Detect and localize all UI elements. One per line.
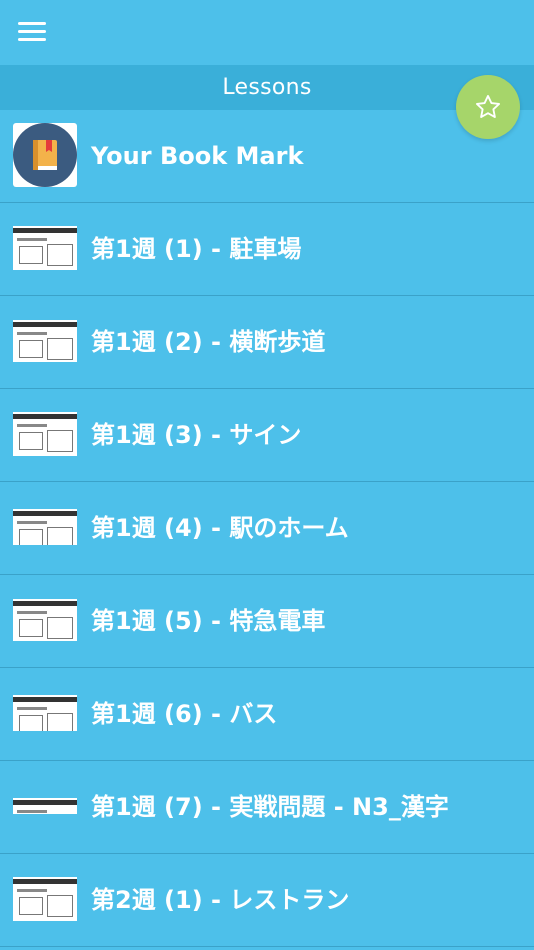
list-item-label: 第1週 (2) - 横断歩道 <box>91 328 326 356</box>
lesson-thumbnail <box>13 681 77 745</box>
list-item[interactable]: 第1週 (5) - 特急電車 <box>0 575 534 668</box>
list-item[interactable]: 第1週 (6) - バス <box>0 668 534 761</box>
hamburger-menu-icon[interactable] <box>18 22 46 44</box>
bookmark-star-button[interactable] <box>456 75 520 139</box>
list-item[interactable]: 第1週 (1) - 駐車場 <box>0 203 534 296</box>
book-icon <box>33 140 57 170</box>
list-item[interactable]: 第1週 (3) - サイン <box>0 389 534 482</box>
list-item-label: 第2週 (1) - レストラン <box>91 886 350 914</box>
lesson-thumbnail <box>13 216 77 280</box>
list-item[interactable]: 第1週 (4) - 駅のホーム <box>0 482 534 575</box>
list-item-label: 第1週 (5) - 特急電車 <box>91 607 326 635</box>
lesson-thumbnail <box>13 309 77 373</box>
list-item-label: 第1週 (3) - サイン <box>91 421 302 449</box>
top-bar <box>0 0 534 65</box>
lesson-thumbnail <box>13 402 77 466</box>
list-item[interactable]: 第1週 (7) - 実戦問題 - N3_漢字 <box>0 761 534 854</box>
lesson-thumbnail <box>13 588 77 652</box>
lesson-thumbnail <box>13 867 77 931</box>
list-item[interactable]: 第1週 (2) - 横断歩道 <box>0 296 534 389</box>
list-item-label: 第1週 (7) - 実戦問題 - N3_漢字 <box>91 793 449 821</box>
bookmark-thumbnail <box>13 123 77 187</box>
list-item[interactable]: 第2週 (1) - レストラン <box>0 854 534 947</box>
star-outline-icon <box>475 94 501 118</box>
page-title: Lessons <box>0 65 534 110</box>
list-item-label: 第1週 (1) - 駐車場 <box>91 235 302 263</box>
list-item-label: Your Book Mark <box>91 142 304 170</box>
lesson-thumbnail <box>13 495 77 559</box>
list-item-bookmark[interactable]: Your Book Mark <box>0 110 534 203</box>
lesson-list: Your Book Mark 第1週 (1) - 駐車場 第1週 (2) - 横… <box>0 110 534 947</box>
list-item-label: 第1週 (4) - 駅のホーム <box>91 514 349 542</box>
lesson-thumbnail <box>13 774 77 838</box>
list-item-label: 第1週 (6) - バス <box>91 700 278 728</box>
